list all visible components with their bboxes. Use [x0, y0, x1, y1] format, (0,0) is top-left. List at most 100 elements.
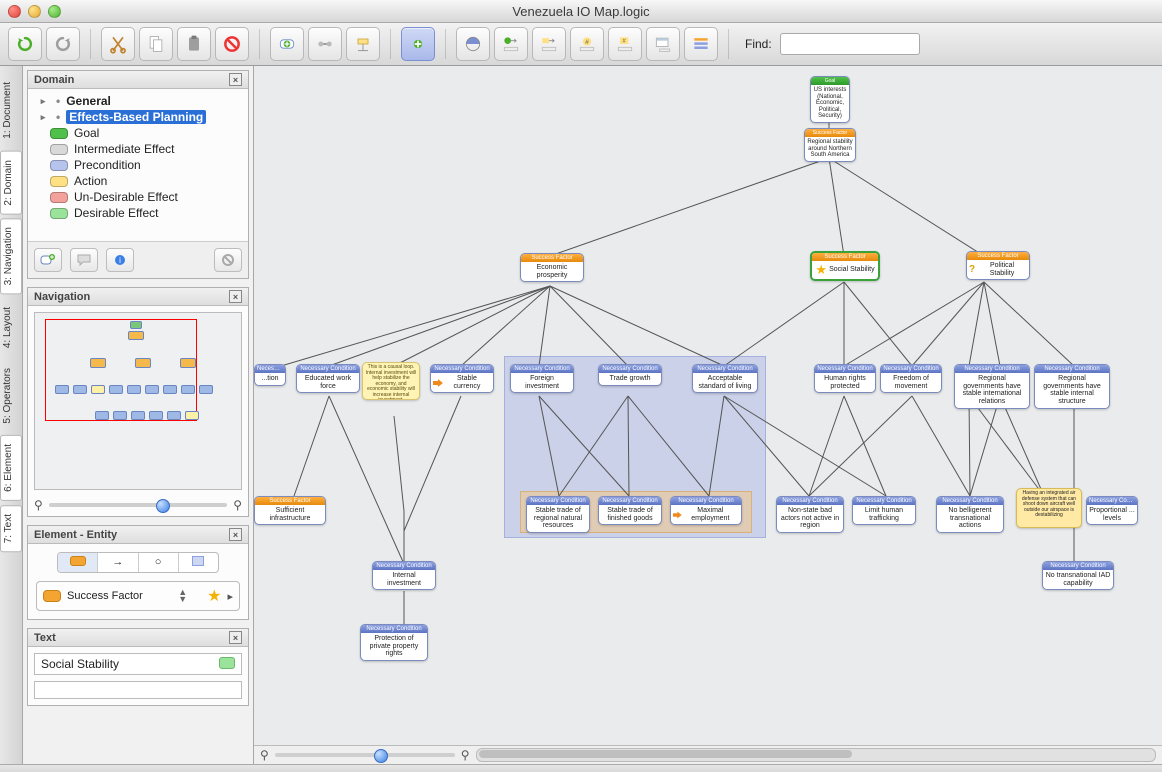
tab-domain[interactable]: 2: Domain	[0, 151, 22, 215]
minimize-window-button[interactable]	[28, 5, 41, 18]
redo-button[interactable]	[46, 27, 80, 61]
navigation-close-icon[interactable]: ×	[229, 290, 242, 303]
element-type-stepper[interactable]: ▲▼	[178, 589, 187, 603]
close-window-button[interactable]	[8, 5, 21, 18]
node-sf-political[interactable]: Success Factor ? Political Stability	[966, 251, 1030, 280]
cut-button[interactable]	[101, 27, 135, 61]
node-sf-social[interactable]: Success Factor ★Social Stability	[810, 251, 880, 281]
disclosure-icon[interactable]: ▸	[36, 110, 50, 124]
zoom-out-icon[interactable]: ⚲	[34, 498, 43, 512]
node-nc-trafficking[interactable]: Necessary Condition Limit human traffick…	[852, 496, 916, 525]
node-nc-property[interactable]: Necessary Condition Protection of privat…	[360, 624, 428, 661]
add-junctor-button[interactable]	[346, 27, 380, 61]
text-close-icon[interactable]: ×	[229, 631, 242, 644]
zoom-window-button[interactable]	[48, 5, 61, 18]
add-relation-button[interactable]	[308, 27, 342, 61]
tab-navigation[interactable]: 3: Navigation	[0, 218, 22, 294]
node-sf-region[interactable]: Success Factor Regional stability around…	[804, 128, 856, 162]
domain-tree-item[interactable]: Action	[32, 173, 244, 189]
element-type-picker[interactable]: Success Factor ▲▼ ★ ▸	[36, 581, 240, 611]
green-flow-tool[interactable]	[494, 27, 528, 61]
node-nc-employment[interactable]: Necessary Condition Maximal employment	[670, 496, 742, 525]
node-nc-intstruct[interactable]: Necessary Condition Regional governments…	[1034, 364, 1110, 409]
element-tabs[interactable]: → ○	[57, 552, 219, 573]
domain-tree-item[interactable]: Goal	[32, 125, 244, 141]
domain-comment-button[interactable]	[70, 248, 98, 272]
list-tool[interactable]	[684, 27, 718, 61]
node-nc-intrel[interactable]: Necessary Condition Regional governments…	[954, 364, 1030, 409]
node-nc-internal[interactable]: Necessary Condition Internal investment	[372, 561, 436, 590]
domain-tree-item[interactable]: Un-Desirable Effect	[32, 189, 244, 205]
node-nc-resources[interactable]: Necessary Condition Stable trade of regi…	[526, 496, 590, 533]
element-tab-rect[interactable]	[58, 553, 98, 572]
element-next-icon[interactable]: ▸	[227, 590, 233, 603]
element-tab-arrow[interactable]: →	[98, 553, 138, 572]
copy-button[interactable]	[139, 27, 173, 61]
yellow-flow-tool[interactable]	[532, 27, 566, 61]
hash-tool[interactable]: #	[570, 27, 604, 61]
node-nc-badactors[interactable]: Necessary Condition Non-state bad actors…	[776, 496, 844, 533]
domain-cancel-button[interactable]	[214, 248, 242, 272]
domain-tree[interactable]: ▸•General▸•Effects-Based PlanningGoalInt…	[28, 89, 248, 241]
canvas-hscrollbar[interactable]	[476, 748, 1156, 762]
minimap-zoom-thumb[interactable]	[156, 499, 170, 513]
find-input[interactable]	[780, 33, 920, 55]
undo-button[interactable]	[8, 27, 42, 61]
element-close-icon[interactable]: ×	[229, 528, 242, 541]
domain-tree-item[interactable]: Desirable Effect	[32, 205, 244, 221]
node-nc-rights[interactable]: Necessary Condition Human rights protect…	[814, 364, 876, 393]
tab-operators[interactable]: 5: Operators	[0, 360, 22, 432]
node-nc-proportional[interactable]: Necessary Condition Proportional ... lev…	[1086, 496, 1138, 525]
node-nc-currency[interactable]: Necessary Condition Stable currency	[430, 364, 494, 393]
minimap-viewport[interactable]	[45, 319, 197, 421]
domain-tree-item[interactable]: ▸•General	[32, 93, 244, 109]
node-nc-trade[interactable]: Necessary Condition Trade growth	[598, 364, 662, 386]
paste-button[interactable]	[177, 27, 211, 61]
tab-element[interactable]: 6: Element	[0, 435, 22, 501]
disclosure-icon[interactable]: ▸	[36, 94, 50, 108]
hash-box-tool[interactable]: #	[608, 27, 642, 61]
text-color-swatch[interactable]	[219, 657, 235, 669]
minimap-zoom[interactable]: ⚲ ⚲	[28, 496, 248, 516]
domain-add-button[interactable]	[34, 248, 62, 272]
node-note-causal[interactable]: This is a causal loop. Internal investme…	[362, 362, 420, 400]
tab-layout[interactable]: 4: Layout	[0, 299, 22, 356]
minimap[interactable]	[34, 312, 242, 490]
diagram-canvas[interactable]: Goal US interests (National, Economic, P…	[254, 66, 1162, 764]
node-nc-move[interactable]: Necessary Condition Freedom of movement	[880, 364, 942, 393]
node-nc-belligerent[interactable]: Necessary Condition No belligerent trans…	[936, 496, 1004, 533]
domain-tree-item[interactable]: ▸•Effects-Based Planning	[32, 109, 244, 125]
domain-info-button[interactable]: i	[106, 248, 134, 272]
half-circle-tool[interactable]	[456, 27, 490, 61]
node-sf-econ[interactable]: Success Factor Economic prosperity	[520, 253, 584, 282]
element-tab-box[interactable]	[179, 553, 218, 572]
zoom-in-icon[interactable]: ⚲	[233, 498, 242, 512]
text-input[interactable]: Social Stability	[34, 653, 242, 675]
node-nc-workforce[interactable]: Necessary Condition Educated work force	[296, 364, 360, 393]
node-nc-partial[interactable]: Necessary Condition ...tion	[254, 364, 286, 386]
canvas-zoom-thumb[interactable]	[374, 749, 388, 763]
favorite-icon[interactable]: ★	[207, 586, 221, 606]
delete-button[interactable]	[215, 27, 249, 61]
domain-tree-item[interactable]: Intermediate Effect	[32, 141, 244, 157]
canvas-zoom-slider[interactable]	[275, 753, 455, 757]
window-tool[interactable]	[646, 27, 680, 61]
add-entity-button[interactable]	[270, 27, 304, 61]
domain-close-icon[interactable]: ×	[229, 73, 242, 86]
node-goal[interactable]: Goal US interests (National, Economic, P…	[810, 76, 850, 123]
tab-document[interactable]: 1: Document	[0, 74, 22, 147]
node-nc-goods[interactable]: Necessary Condition Stable trade of fini…	[598, 496, 662, 525]
node-nc-living[interactable]: Necessary Condition Acceptable standard …	[692, 364, 758, 393]
canvas-hscroll-thumb[interactable]	[479, 750, 852, 758]
tab-text[interactable]: 7: Text	[0, 505, 22, 552]
canvas-zoom-in-icon[interactable]: ⚲	[461, 748, 470, 762]
canvas-zoom-out-icon[interactable]: ⚲	[260, 748, 269, 762]
text-notes-input[interactable]	[34, 681, 242, 699]
node-nc-iad[interactable]: Necessary Condition No transnational IAD…	[1042, 561, 1114, 590]
add-node-selected-button[interactable]	[401, 27, 435, 61]
node-sf-infra[interactable]: Success Factor Sufficient infrastructure	[254, 496, 326, 525]
element-tab-circle[interactable]: ○	[139, 553, 179, 572]
domain-tree-item[interactable]: Precondition	[32, 157, 244, 173]
node-note-iad[interactable]: Having an integrated air defense system …	[1016, 488, 1082, 528]
node-nc-foreign[interactable]: Necessary Condition Foreign investment	[510, 364, 574, 393]
